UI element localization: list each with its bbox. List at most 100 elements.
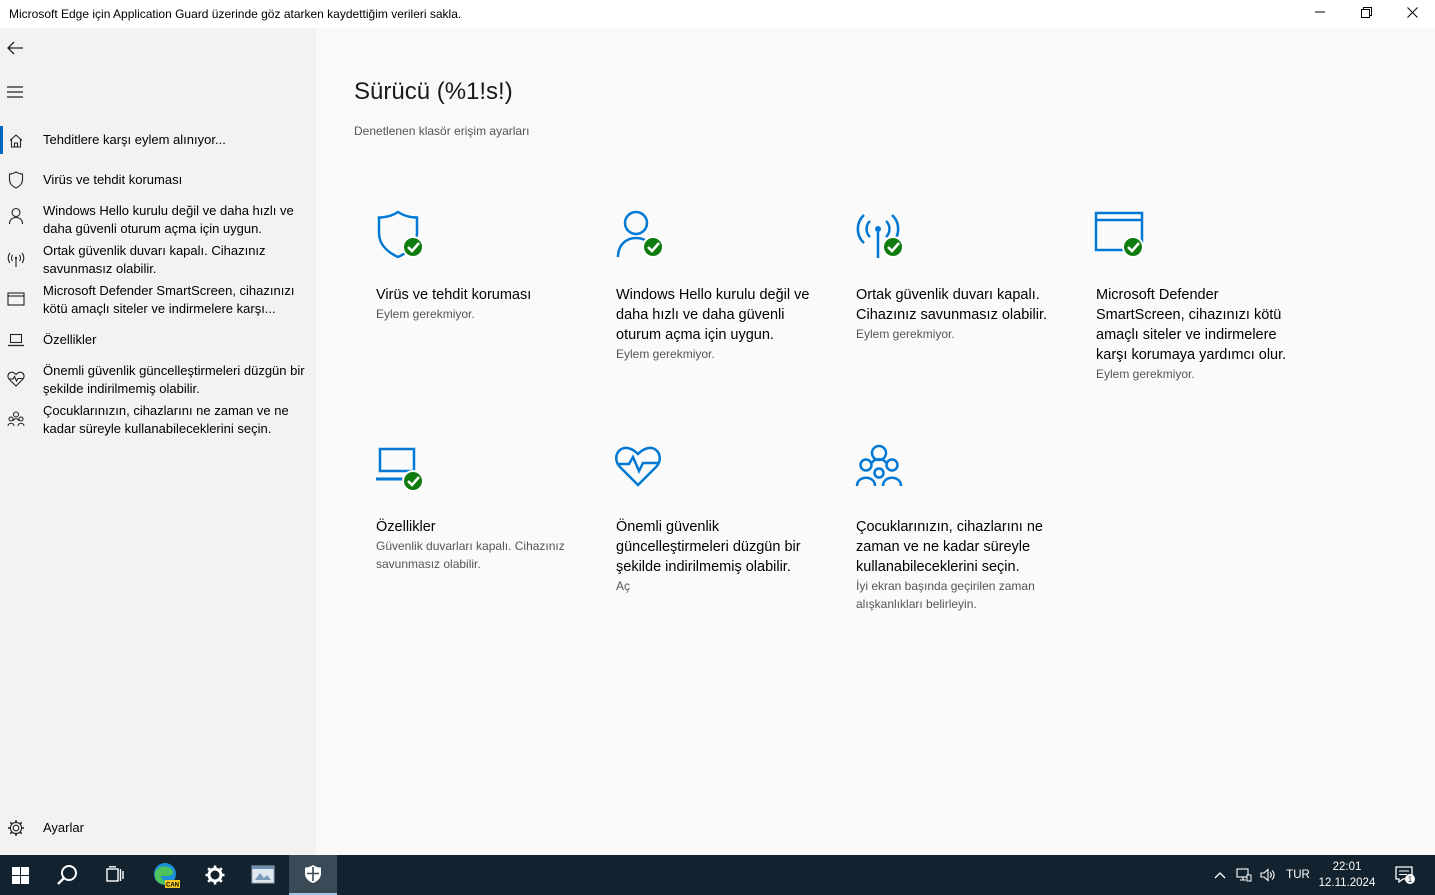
tile-title: Windows Hello kurulu değil ve daha hızlı…	[616, 287, 810, 343]
tile-device-health[interactable]: Önemli güvenlik güncelleştirmeleri düzgü…	[594, 425, 826, 647]
tile-family-options[interactable]: Çocuklarınızın, cihazlarını ne zaman ve …	[834, 425, 1066, 647]
main-content: Sürücü (%1!s!) Denetlenen klasör erişim …	[316, 28, 1435, 855]
notification-icon: 1	[1395, 866, 1415, 884]
person-icon	[7, 207, 25, 225]
minimize-icon	[1315, 11, 1325, 13]
gear-icon	[205, 865, 225, 885]
notification-count: 1	[1408, 875, 1413, 884]
sidebar-item-label: Özellikler	[43, 332, 97, 347]
speaker-icon	[1260, 868, 1275, 882]
browser-window-check-icon	[1094, 209, 1148, 263]
wifi-antenna-icon	[7, 251, 25, 269]
sidebar-item-label: Tehditlere karşı eylem alınıyor...	[43, 132, 226, 147]
restore-button[interactable]	[1343, 0, 1389, 24]
settings-label: Ayarlar	[43, 820, 84, 835]
start-button[interactable]	[0, 855, 40, 895]
edge-browser-icon: CAN	[154, 863, 180, 889]
sidebar-item-firewall[interactable]: Ortak güvenlik duvarı kapalı. Cihazınız …	[0, 242, 316, 282]
hamburger-menu-button[interactable]	[0, 72, 316, 112]
gear-icon	[7, 819, 25, 837]
sidebar-item-label: Çocuklarınızın, cihazlarını ne zaman ve …	[43, 403, 289, 436]
family-icon	[854, 441, 908, 495]
edge-taskbar-button[interactable]: CAN	[143, 855, 189, 895]
sidebar-item-account[interactable]: Windows Hello kurulu değil ve daha hızlı…	[0, 202, 316, 242]
taskbar: CAN TUR 22:01 12.11.2024 1	[0, 855, 1435, 895]
browser-window-icon	[7, 290, 25, 308]
window-controls	[1297, 0, 1435, 28]
tile-status: Eylem gerekmiyor.	[616, 347, 715, 361]
tile-virus-protection[interactable]: Virüs ve tehdit koruması Eylem gerekmiyor…	[354, 193, 586, 418]
back-arrow-icon	[7, 41, 23, 55]
page-title: Sürücü (%1!s!)	[354, 78, 513, 105]
family-icon	[7, 410, 25, 428]
tile-account-protection[interactable]: Windows Hello kurulu değil ve daha hızlı…	[594, 193, 826, 418]
search-button[interactable]	[45, 855, 89, 895]
edge-badge-label: CAN	[166, 883, 179, 889]
minimize-button[interactable]	[1297, 0, 1343, 24]
tile-status: Eylem gerekmiyor.	[376, 307, 475, 321]
sidebar-item-home[interactable]: Tehditlere karşı eylem alınıyor...	[0, 131, 316, 153]
tile-device-features[interactable]: Özellikler Güvenlik duvarları kapalı. Cih…	[354, 425, 586, 647]
notification-center-button[interactable]: 1	[1385, 855, 1425, 895]
windows-logo-icon	[11, 866, 29, 884]
search-icon	[57, 865, 77, 885]
shield-icon	[305, 865, 321, 883]
tile-title: Çocuklarınızın, cihazlarını ne zaman ve …	[856, 519, 1043, 575]
tile-status: Aç	[616, 579, 631, 593]
sidebar-item-label: Önemli güvenlik güncelleştirmeleri düzgü…	[43, 363, 305, 396]
chevron-up-icon	[1214, 872, 1226, 879]
clock[interactable]: 22:01 12.11.2024	[1317, 859, 1377, 891]
sidebar-item-smartscreen[interactable]: Microsoft Defender SmartScreen, cihazını…	[0, 282, 316, 322]
tile-status: İyi ekran başında geçirilen zaman alışka…	[856, 579, 1035, 611]
restore-icon	[1360, 6, 1372, 18]
show-hidden-icons-button[interactable]	[1209, 855, 1231, 895]
task-view-icon	[106, 866, 124, 882]
tile-status: Eylem gerekmiyor.	[856, 327, 955, 341]
sidebar-item-settings[interactable]: Ayarlar	[0, 819, 316, 841]
tile-title: Önemli güvenlik güncelleştirmeleri düzgü…	[616, 519, 801, 575]
laptop-check-icon	[374, 441, 428, 495]
window-app-icon	[251, 865, 275, 884]
sidebar-item-label: Windows Hello kurulu değil ve daha hızlı…	[43, 203, 294, 236]
page-subtitle: Denetlenen klasör erişim ayarları	[354, 124, 530, 138]
heart-pulse-icon	[614, 441, 668, 495]
language-label: TUR	[1286, 869, 1310, 881]
app-taskbar-button[interactable]	[241, 855, 285, 895]
sidebar-item-label: Virüs ve tehdit koruması	[43, 172, 183, 187]
tile-status: Eylem gerekmiyor.	[1096, 367, 1195, 381]
wifi-antenna-check-icon	[854, 209, 908, 263]
network-icon	[1236, 868, 1252, 882]
sidebar-item-family-options[interactable]: Çocuklarınızın, cihazlarını ne zaman ve …	[0, 402, 316, 442]
task-view-button[interactable]	[93, 855, 137, 895]
sidebar: Tehditlere karşı eylem alınıyor... Virüs…	[0, 28, 316, 855]
defender-taskbar-button[interactable]	[289, 855, 337, 895]
laptop-icon	[7, 331, 25, 349]
heart-pulse-icon	[7, 370, 25, 388]
tile-title: Virüs ve tehdit koruması	[376, 287, 532, 303]
shield-icon	[7, 171, 25, 189]
shield-check-icon	[374, 209, 428, 263]
tile-firewall[interactable]: Ortak güvenlik duvarı kapalı. Cihazınız …	[834, 193, 1066, 418]
tile-title: Ortak güvenlik duvarı kapalı. Cihazınız …	[856, 287, 1047, 323]
tile-title: Özellikler	[376, 519, 436, 535]
volume-tray-button[interactable]	[1257, 855, 1279, 895]
sidebar-item-device-health[interactable]: Önemli güvenlik güncelleştirmeleri düzgü…	[0, 362, 316, 402]
back-button[interactable]	[0, 28, 316, 68]
title-bar: Microsoft Edge için Application Guard üz…	[0, 0, 1435, 28]
person-check-icon	[614, 209, 668, 263]
close-button[interactable]	[1389, 0, 1435, 24]
close-icon	[1406, 6, 1418, 18]
tile-title: Microsoft Defender SmartScreen, cihazını…	[1096, 287, 1287, 363]
window-title: Microsoft Edge için Application Guard üz…	[9, 7, 462, 21]
tile-status: Güvenlik duvarları kapalı. Cihazınız sav…	[376, 539, 565, 571]
tile-smartscreen[interactable]: Microsoft Defender SmartScreen, cihazını…	[1074, 193, 1306, 418]
sidebar-item-label: Microsoft Defender SmartScreen, cihazını…	[43, 283, 295, 316]
network-tray-button[interactable]	[1233, 855, 1255, 895]
language-indicator[interactable]: TUR	[1283, 855, 1313, 895]
hamburger-icon	[7, 86, 23, 98]
sidebar-item-device-features[interactable]: Özellikler	[0, 331, 316, 353]
sidebar-item-virus-protection[interactable]: Virüs ve tehdit koruması	[0, 171, 316, 193]
settings-taskbar-button[interactable]	[193, 855, 237, 895]
clock-time: 22:01	[1332, 861, 1362, 873]
home-icon	[7, 132, 25, 150]
